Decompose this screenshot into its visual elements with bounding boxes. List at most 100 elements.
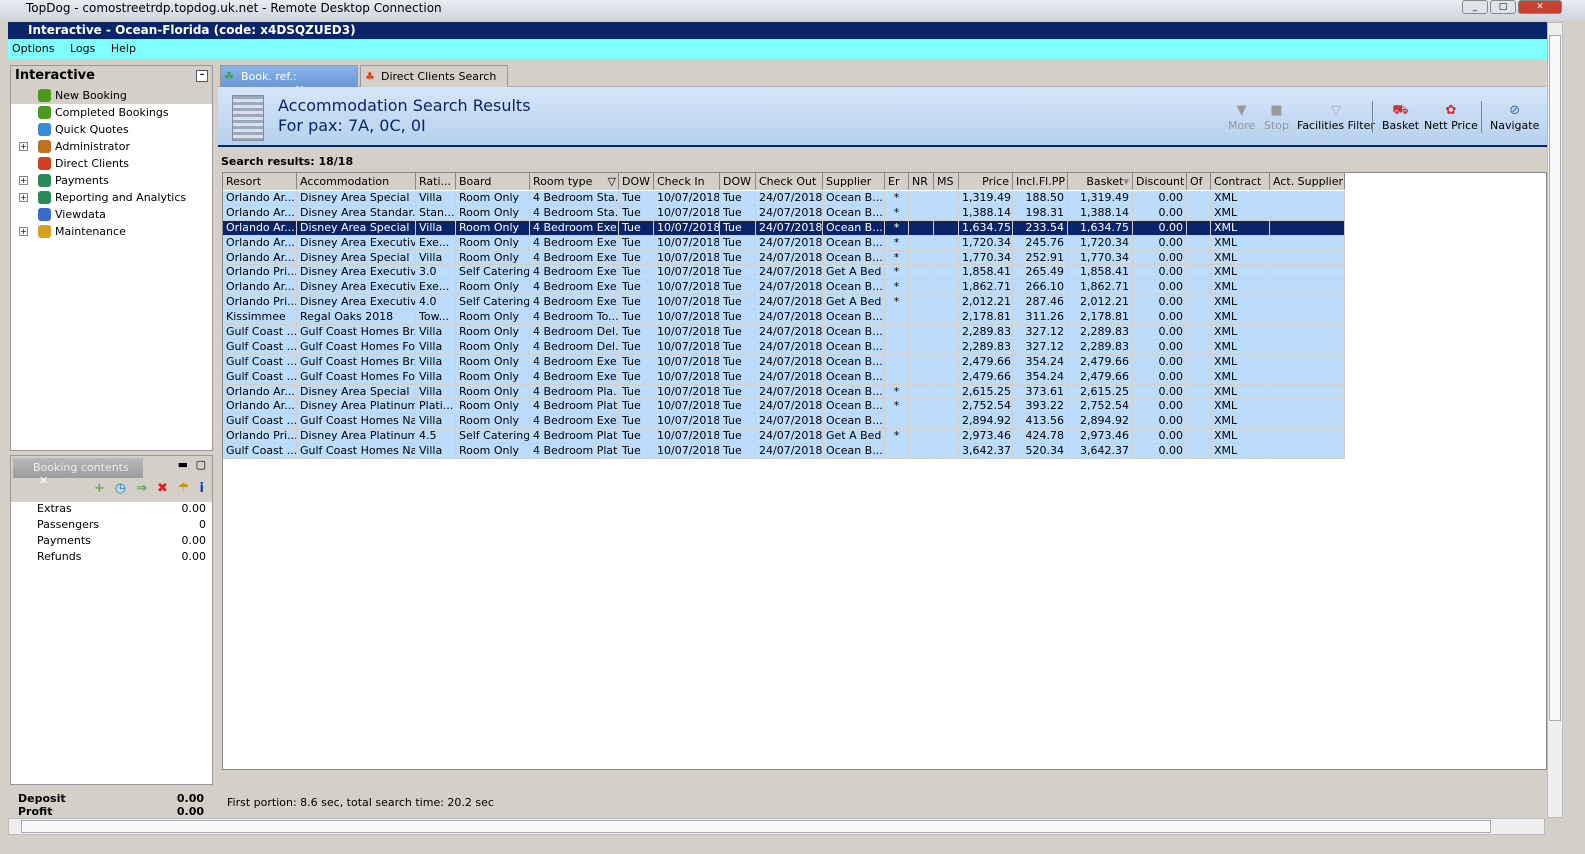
table-cell: Disney Area Platinum... xyxy=(297,399,416,415)
table-cell xyxy=(1187,235,1211,251)
table-cell: Villa xyxy=(416,414,456,430)
table-row[interactable]: Kissimmee Regal Oaks 2018 Tow... Room Only 4… xyxy=(223,310,1546,326)
column-header[interactable]: DOW xyxy=(619,173,654,190)
close-icon[interactable]: ✕ xyxy=(39,474,48,487)
column-header[interactable]: Basket▾ xyxy=(1068,173,1133,190)
column-header[interactable]: NR xyxy=(909,173,934,190)
table-row[interactable]: Orlando Ar... Disney Area Special Villa Roo… xyxy=(223,384,1546,400)
clock-icon[interactable]: ◷ xyxy=(115,481,126,496)
more-button[interactable]: ▼ More xyxy=(1228,103,1255,132)
expand-icon[interactable]: + xyxy=(19,193,28,202)
table-row[interactable]: Gulf Coast ... Gulf Coast Homes Fo... Vill… xyxy=(223,339,1546,355)
column-header[interactable]: Check Out xyxy=(756,173,823,190)
expand-icon[interactable]: + xyxy=(19,142,28,151)
nav-item-viewdata[interactable]: Viewdata xyxy=(11,206,212,223)
column-header[interactable]: MS xyxy=(934,173,959,190)
menu-logs[interactable]: Logs xyxy=(70,42,95,55)
table-row[interactable]: Orlando Ar... Disney Area Special Villa Roo… xyxy=(223,220,1546,236)
table-row[interactable]: Orlando Ar... Disney Area Special Villa Roo… xyxy=(223,191,1546,206)
table-row[interactable]: Gulf Coast ... Gulf Coast Homes Br... Vill… xyxy=(223,354,1546,370)
table-cell: 265.49 xyxy=(1013,265,1068,281)
column-header[interactable]: DOW xyxy=(720,173,756,190)
column-header[interactable]: Resort xyxy=(223,173,297,190)
table-row[interactable]: Orlando Pri... Disney Area Platinum... 4.5… xyxy=(223,429,1546,445)
nav-item-maintenance[interactable]: + Maintenance xyxy=(11,223,212,240)
table-cell xyxy=(885,444,909,460)
nav-item-new-booking[interactable]: New Booking xyxy=(11,87,212,104)
table-cell: 4 Bedroom Sta... xyxy=(530,191,619,206)
menu-help[interactable]: Help xyxy=(111,42,136,55)
nett-price-button[interactable]: ✿ Nett Price xyxy=(1424,103,1478,132)
vertical-scrollbar[interactable] xyxy=(1547,22,1563,818)
table-row[interactable]: Gulf Coast ... Gulf Coast Homes Na... Vill… xyxy=(223,444,1546,460)
table-row[interactable]: Gulf Coast ... Gulf Coast Homes Fo... Vill… xyxy=(223,369,1546,385)
table-cell xyxy=(1187,369,1211,385)
nav-item-quick-quotes[interactable]: Quick Quotes xyxy=(11,121,212,138)
column-header[interactable]: Of xyxy=(1187,173,1211,190)
maximize-icon[interactable]: ▢ xyxy=(196,458,206,471)
tab-direct-clients-search[interactable]: ♣ Direct Clients Search xyxy=(360,65,508,87)
column-header[interactable]: Price xyxy=(959,173,1013,190)
column-header[interactable]: Check In xyxy=(654,173,720,190)
maximize-button[interactable]: □ xyxy=(1490,0,1516,14)
horizontal-scrollbar[interactable] xyxy=(8,818,1545,835)
basket-button[interactable]: ⛟ Basket xyxy=(1382,103,1419,132)
menu-options[interactable]: Options xyxy=(12,42,54,55)
table-row[interactable]: Orlando Ar... Disney Area Platinum... Plat… xyxy=(223,399,1546,415)
table-row[interactable]: Orlando Ar... Disney Area Special Villa Roo… xyxy=(223,250,1546,266)
basket-transfer-icon[interactable]: ⇒ xyxy=(136,481,147,496)
collapse-icon[interactable]: – xyxy=(196,70,208,82)
table-cell xyxy=(1270,354,1345,370)
add-icon[interactable]: + xyxy=(94,481,105,496)
table-cell: * xyxy=(885,265,909,281)
nav-item-payments[interactable]: + Payments xyxy=(11,172,212,189)
table-cell: Ocean B... xyxy=(823,325,885,340)
navigate-button[interactable]: ⊘ Navigate xyxy=(1490,103,1539,132)
column-header[interactable]: Rati... xyxy=(416,173,456,190)
column-header[interactable]: Incl.Fl.PP xyxy=(1013,173,1068,190)
tab-booking-contents[interactable]: Booking contents ✕ xyxy=(13,458,143,487)
column-header[interactable]: Er xyxy=(885,173,909,190)
column-header[interactable]: Act. Supplier xyxy=(1270,173,1345,190)
table-cell xyxy=(909,429,934,445)
facilities-filter-button[interactable]: ▽ Facilities Filter xyxy=(1297,103,1375,132)
table-cell: 266.10 xyxy=(1013,280,1068,296)
delete-icon[interactable]: ✖ xyxy=(157,481,168,496)
column-header[interactable]: Contract xyxy=(1211,173,1270,190)
minimize-icon[interactable]: ▬ xyxy=(178,458,188,471)
column-header[interactable]: Room type ▽ xyxy=(530,173,619,190)
info-icon[interactable]: i xyxy=(200,481,204,496)
nav-item-completed-bookings[interactable]: Completed Bookings xyxy=(11,104,212,121)
filter-icon[interactable]: ▽ xyxy=(608,173,616,189)
table-row[interactable]: Orlando Ar... Disney Area Executiv... Exe.… xyxy=(223,235,1546,251)
table-cell: Plati... xyxy=(416,399,456,415)
nav-item-reporting-and-analytics[interactable]: + Reporting and Analytics xyxy=(11,189,212,206)
expand-icon[interactable]: + xyxy=(19,176,28,185)
results-table: Resort Accommodation Rati... Board Room type… xyxy=(222,172,1547,770)
minimize-button[interactable]: _ xyxy=(1462,0,1488,14)
table-row[interactable]: Orlando Pri... Disney Area Executiv... 4.0… xyxy=(223,295,1546,311)
nav-item-direct-clients[interactable]: Direct Clients xyxy=(11,155,212,172)
table-row[interactable]: Orlando Ar... Disney Area Executiv... Exe.… xyxy=(223,280,1546,296)
row-value: 0.00 xyxy=(181,534,207,547)
table-row[interactable]: Orlando Pri... Disney Area Executiv... 3.0… xyxy=(223,265,1546,281)
column-header[interactable]: Discount xyxy=(1133,173,1187,190)
column-header[interactable]: Board xyxy=(456,173,530,190)
table-cell: Room Only xyxy=(456,339,530,355)
palm-icon[interactable]: ☂ xyxy=(178,481,190,496)
table-row[interactable]: Orlando Ar... Disney Area Standar... Stan.… xyxy=(223,205,1546,221)
table-row[interactable]: Gulf Coast ... Gulf Coast Homes Br... Vill… xyxy=(223,325,1546,340)
tab-booking[interactable]: ☘Book. ref.: <none>✕ xyxy=(220,65,358,96)
table-cell xyxy=(1187,444,1211,460)
table-cell: 10/07/2018 xyxy=(654,295,720,311)
expand-icon[interactable]: + xyxy=(19,227,28,236)
close-button[interactable]: ✕ xyxy=(1518,0,1562,14)
nav-item-administrator[interactable]: + Administrator xyxy=(11,138,212,155)
column-header[interactable]: Accommodation xyxy=(297,173,416,190)
table-cell xyxy=(1187,250,1211,266)
table-row[interactable]: Gulf Coast ... Gulf Coast Homes Na... Vill… xyxy=(223,414,1546,430)
nav-item-label: Direct Clients xyxy=(55,157,130,170)
table-cell xyxy=(1187,295,1211,311)
stop-button[interactable]: ■ Stop xyxy=(1264,103,1289,132)
column-header[interactable]: Supplier xyxy=(823,173,885,190)
